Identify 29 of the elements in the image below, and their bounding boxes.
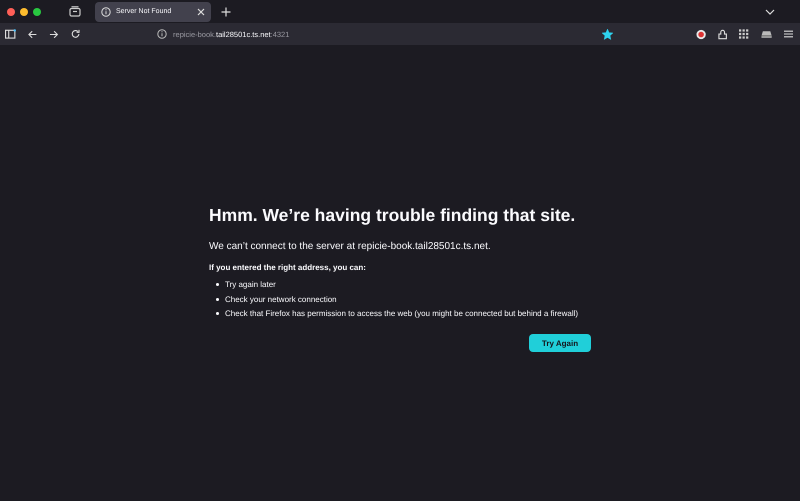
new-tab-icon[interactable] <box>221 6 231 16</box>
error-title: Hmm. We’re having trouble finding that site. <box>209 205 576 226</box>
hint-text: If you entered the right address, you can: <box>209 263 367 272</box>
suggestion-text: Try again later <box>225 280 276 289</box>
reload-icon[interactable] <box>70 29 80 39</box>
chevron-down-icon[interactable] <box>765 8 775 14</box>
back-icon[interactable] <box>28 30 38 38</box>
info-icon <box>157 29 168 39</box>
extensions-icon[interactable] <box>718 28 728 40</box>
bullet-icon <box>216 283 219 286</box>
error-message: We can’t connect to the server at repicie-book.tail28501c.ts.net. <box>209 241 492 252</box>
suggestion-text: Check that Firefox has permission to access the web (you might be connected but behind a firewall) <box>225 309 578 318</box>
tab-list-icon[interactable] <box>69 6 81 17</box>
sidebar-icon[interactable] <box>5 29 16 39</box>
suggestion-text: Check your network connection <box>225 294 337 304</box>
info-icon <box>101 6 111 16</box>
try-again-button[interactable]: Try Again <box>529 334 591 352</box>
bullet-icon <box>216 298 219 300</box>
menu-icon[interactable] <box>784 30 793 38</box>
forward-icon[interactable] <box>49 30 59 38</box>
close-tab-icon[interactable] <box>197 8 205 16</box>
minimize-window-icon[interactable] <box>20 8 28 16</box>
record-icon[interactable] <box>696 28 706 40</box>
star-icon[interactable] <box>602 28 613 40</box>
zoom-window-icon[interactable] <box>33 8 41 16</box>
close-window-icon[interactable] <box>7 8 15 16</box>
drive-icon[interactable] <box>760 30 772 38</box>
bullet-icon <box>216 312 219 315</box>
grid-icon[interactable] <box>739 29 749 39</box>
